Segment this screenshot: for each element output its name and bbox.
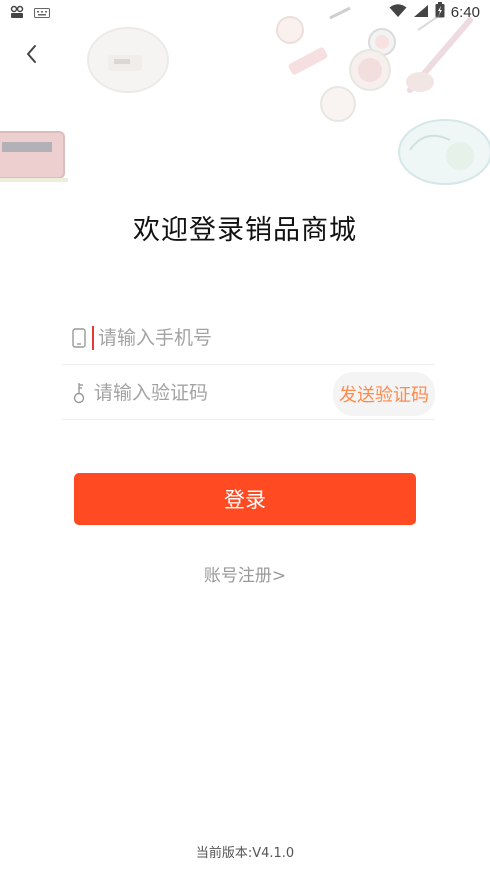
header-decoration — [0, 6, 490, 185]
status-time: 6:40 — [450, 3, 480, 21]
phone-input[interactable] — [98, 317, 318, 358]
back-button[interactable] — [14, 38, 50, 74]
verification-code-input[interactable] — [94, 372, 314, 413]
cosmetics-illustration — [276, 6, 473, 122]
text-caret — [92, 325, 94, 350]
version-label: 当前版本:V4.1.0 — [195, 846, 295, 861]
key-icon — [68, 382, 90, 404]
send-code-button[interactable]: 发送验证码 — [333, 372, 435, 416]
verification-code-field: 发送验证码 — [62, 366, 435, 420]
phone-icon — [68, 327, 90, 349]
phone-field — [62, 311, 435, 365]
page-title: 欢迎登录销品商城 — [133, 215, 357, 246]
battery-icon — [435, 2, 445, 22]
rice-cooker-illustration — [87, 27, 169, 93]
chevron-left-icon — [25, 44, 39, 68]
vpn-icon — [10, 4, 24, 23]
status-bar-left — [10, 4, 50, 23]
signal-icon — [413, 3, 429, 22]
beauty-device-illustration — [398, 119, 490, 185]
handbag-illustration — [0, 131, 68, 182]
wifi-icon — [389, 3, 407, 22]
register-link[interactable]: 账号注册> — [0, 561, 490, 586]
status-bar-right: 6:40 — [389, 2, 480, 22]
status-bar: 6:40 — [0, 0, 490, 24]
keyboard-icon — [34, 4, 50, 23]
login-button[interactable]: 登录 — [74, 473, 416, 525]
